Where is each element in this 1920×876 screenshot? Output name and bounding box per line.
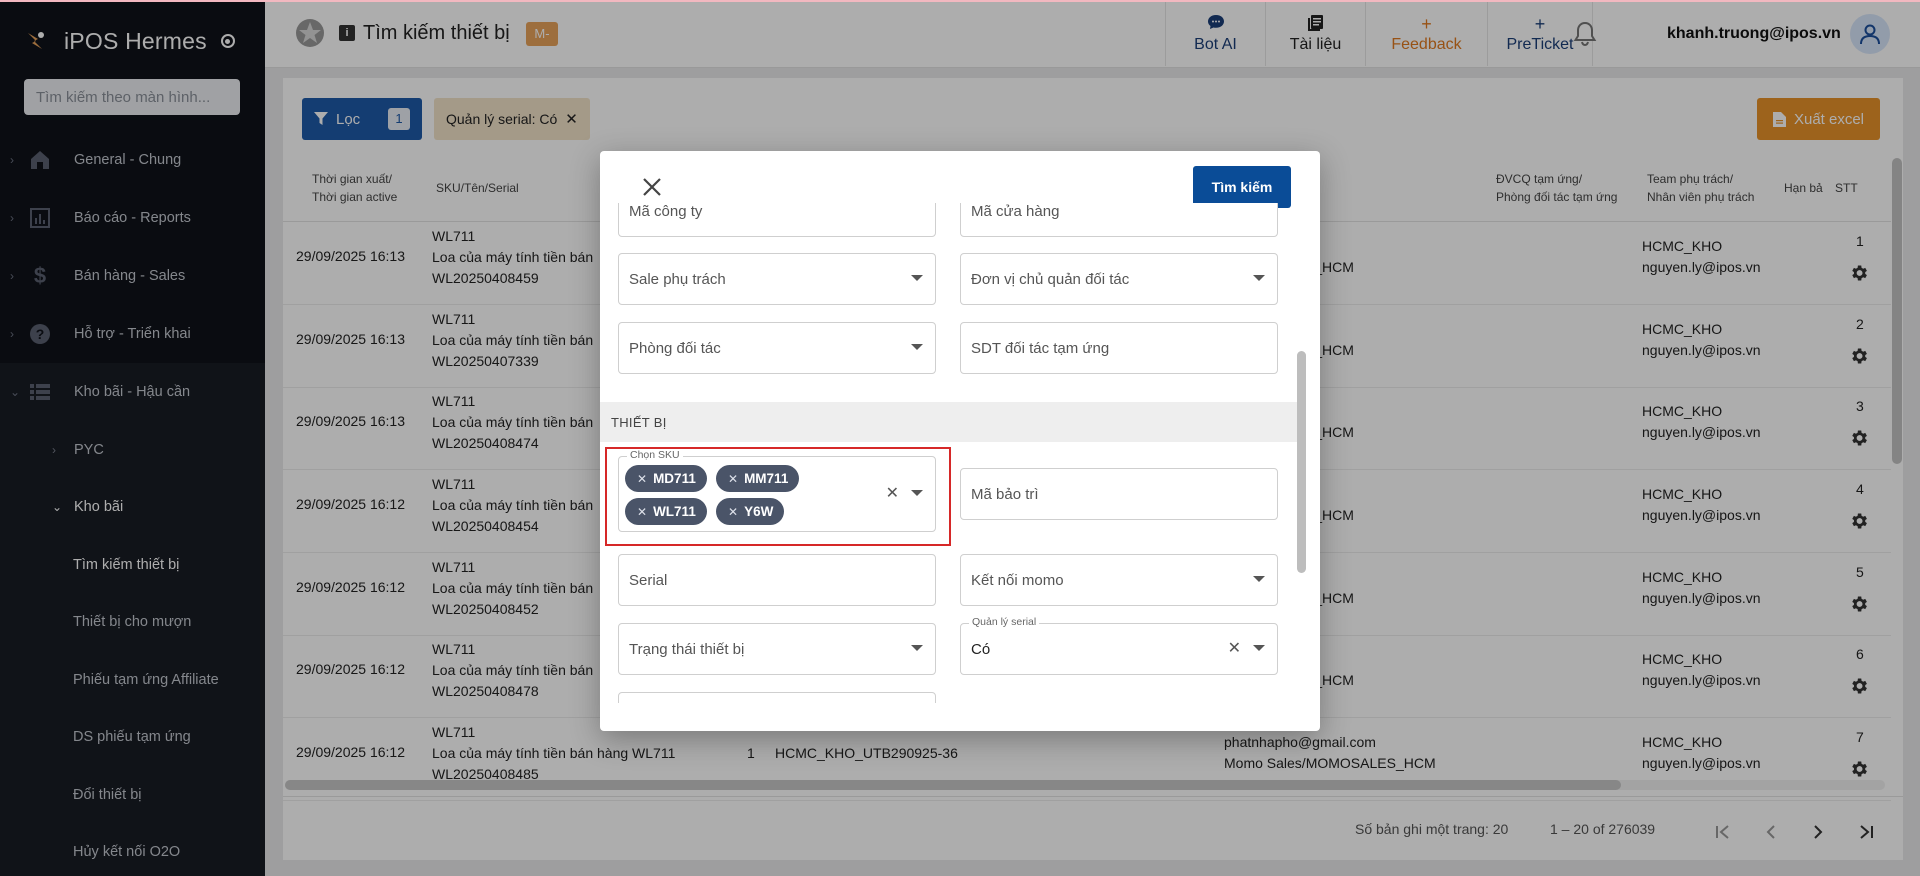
- search-button[interactable]: Tìm kiếm: [1193, 166, 1291, 208]
- serial-management-select[interactable]: Quản lý serial Có ✕: [960, 616, 1278, 675]
- modal-form: Mã công ty Mã cửa hàng Sale phụ trách Đơ…: [600, 203, 1305, 703]
- partner-unit-placeholder: Đơn vị chủ quản đối tác: [971, 270, 1130, 288]
- caret-down-icon: [1253, 645, 1265, 651]
- remove-tag-icon[interactable]: ✕: [637, 472, 647, 486]
- sku-tag[interactable]: ✕ Y6W: [716, 498, 785, 525]
- serial-placeholder: Serial: [629, 571, 668, 589]
- sku-tag-label: WL711: [653, 504, 696, 519]
- remove-tag-icon[interactable]: ✕: [637, 505, 647, 519]
- caret-down-icon: [911, 645, 923, 651]
- sku-tag[interactable]: ✕ WL711: [625, 498, 707, 525]
- partner-room-placeholder: Phòng đối tác: [629, 339, 721, 357]
- caret-down-icon: [1253, 576, 1265, 582]
- partner-phone-field[interactable]: SDT đối tác tạm ứng: [960, 322, 1278, 374]
- remove-tag-icon[interactable]: ✕: [728, 505, 738, 519]
- store-code-field[interactable]: Mã cửa hàng: [960, 203, 1278, 237]
- filter-modal: Tìm kiếm Mã công ty Mã cửa hàng Sale phụ…: [600, 151, 1320, 731]
- serial-field[interactable]: Serial: [618, 554, 936, 606]
- top-accent-line: [0, 0, 1920, 2]
- modal-scrollbar[interactable]: [1297, 351, 1306, 573]
- sku-tag-label: MM711: [744, 471, 789, 486]
- close-icon[interactable]: [640, 175, 664, 199]
- partner-phone-placeholder: SDT đối tác tạm ứng: [971, 339, 1110, 357]
- momo-select[interactable]: Kết nối momo: [960, 554, 1278, 606]
- clear-icon[interactable]: ✕: [886, 483, 899, 503]
- caret-down-icon: [911, 275, 923, 281]
- company-code-field[interactable]: Mã công ty: [618, 203, 936, 237]
- next-field-partial[interactable]: [618, 692, 936, 703]
- remove-tag-icon[interactable]: ✕: [728, 472, 738, 486]
- sale-placeholder: Sale phụ trách: [629, 270, 726, 288]
- maintenance-placeholder: Mã bảo trì: [971, 485, 1039, 503]
- serial-mgmt-label: Quản lý serial: [969, 616, 1040, 628]
- sku-tag-label: Y6W: [744, 504, 774, 519]
- momo-placeholder: Kết nối momo: [971, 571, 1064, 589]
- clear-icon[interactable]: ✕: [1228, 638, 1241, 658]
- partner-unit-select[interactable]: Đơn vị chủ quản đối tác: [960, 253, 1278, 305]
- partner-room-select[interactable]: Phòng đối tác: [618, 322, 936, 374]
- sku-tag-label: MD711: [653, 471, 696, 486]
- caret-down-icon: [911, 490, 923, 496]
- caret-down-icon: [1253, 275, 1265, 281]
- company-code-placeholder: Mã công ty: [629, 203, 703, 220]
- sale-select[interactable]: Sale phụ trách: [618, 253, 936, 305]
- device-status-select[interactable]: Trạng thái thiết bị: [618, 623, 936, 675]
- sku-tag[interactable]: ✕ MD711: [625, 465, 707, 492]
- caret-down-icon: [911, 344, 923, 350]
- serial-mgmt-value: Có: [971, 640, 991, 658]
- maintenance-code-field[interactable]: Mã bảo trì: [960, 468, 1278, 520]
- sku-label: Chọn SKU: [627, 449, 683, 461]
- sku-tag[interactable]: ✕ MM711: [716, 465, 800, 492]
- store-code-placeholder: Mã cửa hàng: [971, 203, 1060, 220]
- section-devices: THIẾT BỊ: [600, 402, 1305, 442]
- sku-multiselect[interactable]: Chọn SKU ✕ MD711 ✕ MM711 ✕ WL711 ✕ Y6W ✕: [618, 449, 936, 532]
- status-placeholder: Trạng thái thiết bị: [629, 640, 745, 658]
